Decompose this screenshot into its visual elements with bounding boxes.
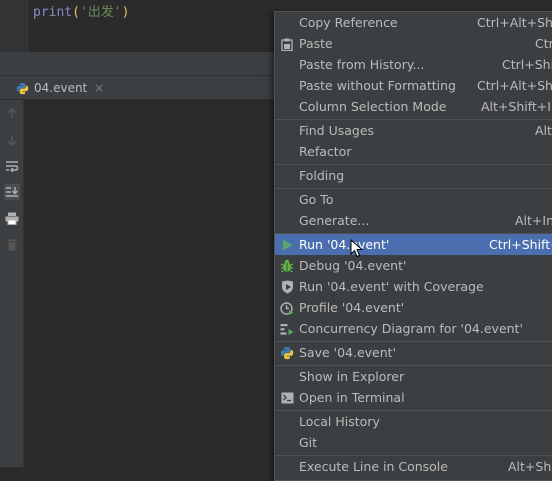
menu-item-label: Concurrency Diagram for '04.event'	[299, 321, 523, 336]
menu-item-run-with-coverage[interactable]: Run '04.event' with Coverage	[275, 276, 552, 297]
coverage-shield-icon	[279, 279, 295, 295]
menu-item-label: Column Selection Mode	[299, 99, 447, 114]
down-arrow-icon[interactable]	[4, 132, 20, 148]
menu-item-show-in-explorer[interactable]: Show in Explorer	[275, 366, 552, 387]
menu-item-column-selection-mode[interactable]: Column Selection Mode Alt+Shift+Ins	[275, 96, 552, 117]
menu-item-shortcut: Alt+Ins	[515, 213, 552, 228]
menu-item-label: Show in Explorer	[299, 369, 405, 384]
menu-item-concurrency-diagram[interactable]: Concurrency Diagram for '04.event'	[275, 318, 552, 339]
terminal-icon	[279, 390, 295, 406]
menu-item-label: Open in Terminal	[299, 390, 405, 405]
menu-item-save[interactable]: Save '04.event'	[275, 342, 552, 363]
menu-item-label: Copy Reference	[299, 15, 398, 30]
menu-item-label: Run '04.event' with Coverage	[299, 279, 484, 294]
code-string: '出发'	[79, 5, 122, 20]
menu-item-git[interactable]: Git	[275, 432, 552, 453]
menu-item-copy-reference[interactable]: Copy Reference Ctrl+Alt+Shift	[275, 12, 552, 33]
profiler-icon	[279, 300, 295, 316]
menu-item-profile[interactable]: Profile '04.event'	[275, 297, 552, 318]
concurrency-diagram-icon	[279, 321, 295, 337]
menu-item-shortcut: Alt+Shift+Ins	[481, 99, 552, 114]
code-paren-close: )	[121, 5, 130, 20]
menu-item-shortcut: Ctrl+Shift	[502, 57, 552, 72]
menu-item-label: Refactor	[299, 144, 352, 159]
close-icon[interactable]: ×	[94, 81, 104, 95]
menu-item-label: Paste from History...	[299, 57, 425, 72]
run-icon	[279, 237, 295, 253]
menu-item-label: Git	[299, 435, 318, 450]
debug-bug-icon	[279, 258, 295, 274]
menu-item-label: Run '04.event'	[299, 237, 390, 252]
code-line[interactable]: print('出发')	[33, 1, 129, 20]
menu-item-shortcut: Ctrl+Alt+Shift	[477, 15, 552, 30]
menu-item-paste-from-history[interactable]: Paste from History... Ctrl+Shift	[275, 54, 552, 75]
menu-item-open-in-terminal[interactable]: Open in Terminal	[275, 387, 552, 408]
editor-gutter	[0, 0, 28, 52]
menu-item-shortcut: Ctrl	[535, 36, 552, 51]
soft-wrap-icon[interactable]	[4, 158, 20, 174]
up-arrow-icon[interactable]	[4, 106, 20, 122]
menu-item-paste-without-formatting[interactable]: Paste without Formatting Ctrl+Alt+Shift	[275, 75, 552, 96]
trash-icon[interactable]	[4, 236, 20, 252]
run-tab-label: 04.event	[34, 81, 88, 95]
menu-item-find-usages[interactable]: Find Usages Alt	[275, 120, 552, 141]
menu-item-shortcut: Ctrl+Shift+	[489, 237, 552, 252]
context-menu: Copy Reference Ctrl+Alt+Shift Paste Ctrl…	[274, 11, 552, 481]
python-icon	[279, 345, 295, 361]
menu-item-label: Profile '04.event'	[299, 300, 405, 315]
menu-item-label: Go To	[299, 192, 334, 207]
menu-item-paste[interactable]: Paste Ctrl	[275, 33, 552, 54]
menu-item-label: Generate...	[299, 213, 370, 228]
scroll-to-end-icon[interactable]	[4, 184, 20, 200]
menu-item-local-history[interactable]: Local History	[275, 411, 552, 432]
menu-item-label: Paste without Formatting	[299, 78, 456, 93]
menu-item-generate[interactable]: Generate... Alt+Ins	[275, 210, 552, 231]
menu-item-shortcut: Ctrl+Alt+Shift	[477, 78, 552, 93]
run-toolbar	[0, 100, 24, 467]
menu-item-debug[interactable]: Debug '04.event'	[275, 255, 552, 276]
menu-item-label: Find Usages	[299, 123, 375, 138]
menu-item-label: Save '04.event'	[299, 345, 397, 360]
mouse-pointer-icon	[350, 238, 364, 259]
menu-item-label: Folding	[299, 168, 345, 183]
code-function: print	[33, 5, 73, 20]
menu-item-shortcut: Alt	[535, 123, 552, 138]
print-icon[interactable]	[4, 210, 20, 226]
menu-item-label: Debug '04.event'	[299, 258, 407, 273]
menu-item-label: Local History	[299, 414, 380, 429]
run-tab[interactable]: 04.event ×	[16, 76, 104, 100]
menu-item-refactor[interactable]: Refactor	[275, 141, 552, 162]
menu-item-go-to[interactable]: Go To	[275, 189, 552, 210]
code-paren-open: (	[72, 5, 80, 20]
clipboard-icon	[279, 36, 295, 52]
python-icon	[16, 82, 29, 95]
menu-item-folding[interactable]: Folding	[275, 165, 552, 186]
menu-item-run[interactable]: Run '04.event' Ctrl+Shift+	[275, 234, 552, 255]
menu-item-label: Paste	[299, 36, 333, 51]
